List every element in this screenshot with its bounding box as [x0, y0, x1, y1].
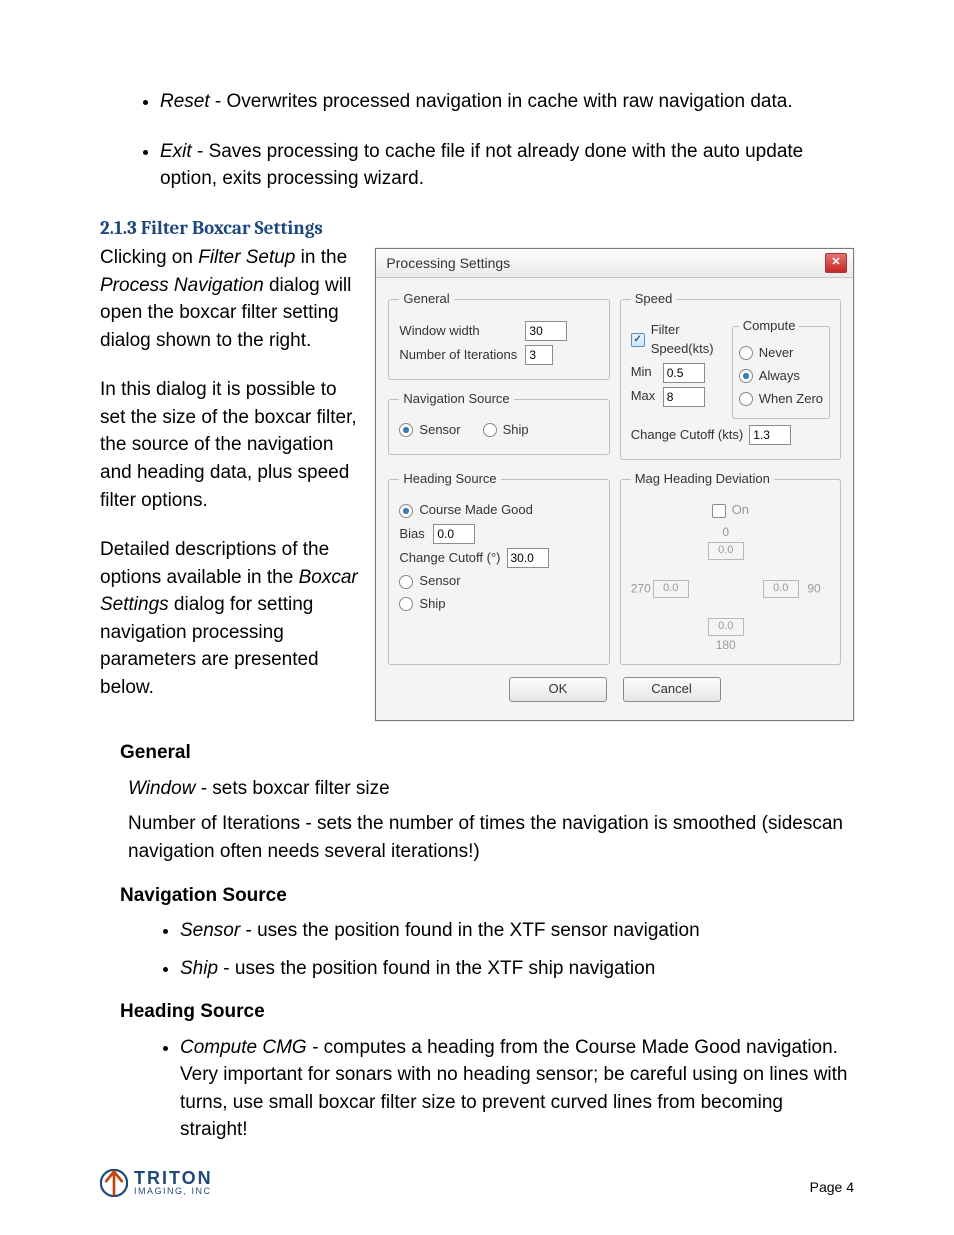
nav-ship-radio[interactable] [483, 423, 497, 437]
mag-n-input[interactable]: 0.0 [708, 542, 744, 560]
bullet-exit: Exit - Saves processing to cache file if… [160, 138, 854, 193]
iterations-input[interactable] [525, 345, 553, 365]
general-group: General Window width Number of Iteration… [388, 290, 609, 380]
term: Reset [160, 91, 210, 112]
speed-legend: Speed [631, 290, 677, 309]
iterations-label: Number of Iterations [399, 346, 519, 365]
window-width-input[interactable] [525, 321, 567, 341]
paragraph-2: In this dialog it is possible to set the… [100, 376, 359, 514]
nav-ship-label: Ship [503, 421, 529, 440]
max-input[interactable] [663, 387, 705, 407]
min-label: Min [631, 363, 657, 382]
compute-group: Compute Never Always When Zero [732, 317, 830, 419]
list-item: Compute CMG - computes a heading from th… [180, 1034, 854, 1144]
heading-sensor-radio[interactable] [399, 575, 413, 589]
mag-on-check[interactable] [712, 504, 726, 518]
section-heading: 2.1.3 Filter Boxcar Settings [100, 215, 854, 243]
mag-legend: Mag Heading Deviation [631, 470, 774, 489]
speed-group: Speed Filter Speed(kts) Min [620, 290, 841, 460]
mag-s-input[interactable]: 0.0 [708, 618, 744, 636]
top-bullet-list: Reset - Overwrites processed navigation … [100, 88, 854, 193]
dialog-titlebar[interactable]: Processing Settings ✕ [376, 249, 853, 278]
def-window: Window - sets boxcar filter size [128, 775, 854, 803]
nav-source-legend: Navigation Source [399, 390, 513, 409]
desc: - Saves processing to cache file if not … [160, 141, 803, 190]
heading-cutoff-input[interactable] [507, 548, 549, 568]
filter-speed-check[interactable] [631, 333, 645, 347]
sub-heading: Heading Source [120, 998, 854, 1026]
cancel-button[interactable]: Cancel [623, 677, 721, 702]
brand-name: TRITON [134, 1170, 213, 1187]
filter-speed-label: Filter Speed(kts) [651, 321, 724, 359]
compute-never-radio[interactable] [739, 346, 753, 360]
heading-source-list: Compute CMG - computes a heading from th… [100, 1034, 854, 1144]
min-input[interactable] [663, 363, 705, 383]
compute-whenzero-radio[interactable] [739, 392, 753, 406]
brand-logo: TRITON IMAGING, INC [100, 1169, 213, 1197]
triton-logo-icon [100, 1169, 128, 1197]
heading-cmg-radio[interactable] [399, 504, 413, 518]
ok-button[interactable]: OK [509, 677, 607, 702]
nav-sensor-radio[interactable] [399, 423, 413, 437]
heading-cutoff-label: Change Cutoff (°) [399, 549, 500, 568]
paragraph-3: Detailed descriptions of the options ava… [100, 536, 359, 701]
def-iterations: Number of Iterations - sets the number o… [128, 810, 854, 865]
heading-legend: Heading Source [399, 470, 500, 489]
close-icon[interactable]: ✕ [825, 253, 847, 273]
heading-ship-radio[interactable] [399, 597, 413, 611]
page-number: Page 4 [810, 1177, 854, 1197]
mag-deviation-group: Mag Heading Deviation On 0 180 270 90 0.… [620, 470, 841, 665]
compass-widget: 0 180 270 90 0.0 0.0 0.0 0.0 [631, 524, 821, 654]
change-cutoff-label: Change Cutoff (kts) [631, 426, 743, 445]
mag-on-label: On [732, 501, 749, 520]
list-item: Ship - uses the position found in the XT… [180, 955, 854, 983]
bias-input[interactable] [433, 524, 475, 544]
term: Exit [160, 141, 192, 162]
sub-general: General [120, 739, 854, 767]
bias-label: Bias [399, 525, 427, 544]
processing-settings-dialog: Processing Settings ✕ General Window wid… [375, 248, 854, 721]
bullet-reset: Reset - Overwrites processed navigation … [160, 88, 854, 116]
desc: - Overwrites processed navigation in cac… [210, 91, 793, 112]
sub-nav: Navigation Source [120, 882, 854, 910]
mag-w-input[interactable]: 0.0 [653, 580, 689, 598]
max-label: Max [631, 387, 657, 406]
paragraph-1: Clicking on Filter Setup in the Process … [100, 244, 359, 354]
dialog-title: Processing Settings [386, 253, 510, 273]
change-cutoff-input[interactable] [749, 425, 791, 445]
compute-always-radio[interactable] [739, 369, 753, 383]
heading-source-group: Heading Source Course Made Good Bias Cha… [388, 470, 609, 665]
nav-source-group: Navigation Source Sensor Ship [388, 390, 609, 455]
list-item: Sensor - uses the position found in the … [180, 917, 854, 945]
window-width-label: Window width [399, 322, 519, 341]
nav-source-list: Sensor - uses the position found in the … [100, 917, 854, 982]
general-legend: General [399, 290, 453, 309]
nav-sensor-label: Sensor [419, 421, 460, 440]
compute-legend: Compute [739, 317, 800, 336]
mag-e-input[interactable]: 0.0 [763, 580, 799, 598]
brand-sub: IMAGING, INC [134, 1187, 213, 1196]
